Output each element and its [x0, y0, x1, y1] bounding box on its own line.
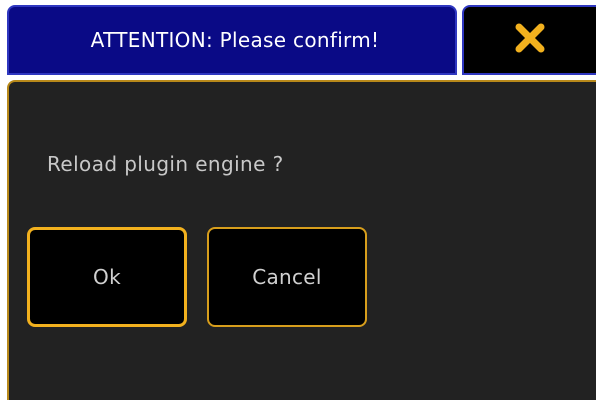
- ok-button[interactable]: Ok: [27, 227, 187, 327]
- cancel-button[interactable]: Cancel: [207, 227, 367, 327]
- close-button[interactable]: [462, 5, 596, 75]
- dialog-title-bar: ATTENTION: Please confirm!: [7, 5, 457, 75]
- confirm-dialog-body: Reload plugin engine ? Ok Cancel: [7, 80, 596, 400]
- dialog-message: Reload plugin engine ?: [47, 152, 284, 176]
- close-icon: [513, 21, 547, 59]
- dialog-title: ATTENTION: Please confirm!: [90, 28, 380, 52]
